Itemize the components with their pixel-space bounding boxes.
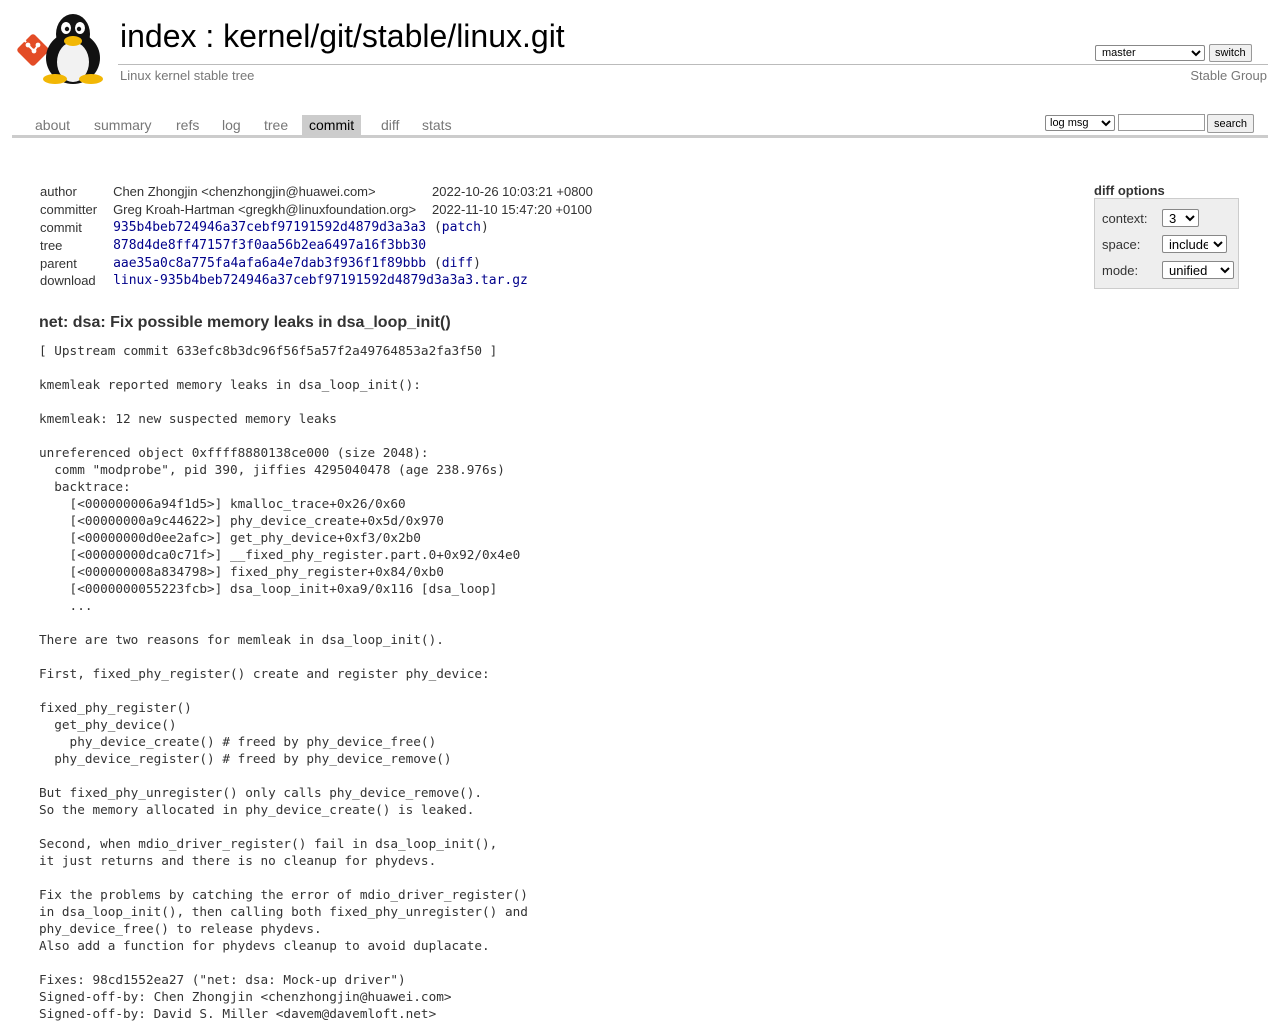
- commit-label: commit: [40, 219, 82, 235]
- tab-about[interactable]: about: [28, 115, 77, 135]
- parent-row: parent aae35a0c8a775fa4afa6a4e7dab3f936f…: [36, 254, 597, 272]
- download-link[interactable]: linux-935b4beb724946a37cebf97191592d4879…: [113, 273, 528, 288]
- tab-commit[interactable]: commit: [302, 115, 362, 135]
- committer-label: committer: [40, 202, 98, 218]
- download-row: download linux-935b4beb724946a37cebf9719…: [36, 272, 597, 290]
- tab-summary[interactable]: summary: [87, 115, 159, 135]
- context-label: context:: [1102, 211, 1148, 226]
- author-value: Chen Zhongjin <chenzhongjin@huawei.com>: [113, 184, 376, 200]
- mode-label: mode:: [1102, 263, 1139, 278]
- index-link[interactable]: index: [120, 18, 197, 54]
- search-input[interactable]: [1118, 114, 1205, 131]
- switch-button[interactable]: switch: [1209, 44, 1252, 62]
- tree-cell: 878d4de8ff47157f3f0aa56b2ea6497a16f3bb30: [109, 236, 597, 254]
- parent-cell: aae35a0c8a775fa4afa6a4e7dab3f936f1f89bbb…: [113, 255, 481, 271]
- tab-tree[interactable]: tree: [257, 115, 295, 135]
- tab-refs[interactable]: refs: [169, 115, 206, 135]
- tux-penguin-icon[interactable]: [38, 12, 108, 84]
- tab-log[interactable]: log: [215, 115, 248, 135]
- mode-select[interactable]: unified: [1162, 261, 1234, 279]
- tab-diff[interactable]: diff: [374, 115, 406, 135]
- commit-info-table: author Chen Zhongjin <chenzhongjin@huawe…: [36, 183, 597, 290]
- commit-subject: net: dsa: Fix possible memory leaks in d…: [39, 314, 451, 331]
- committer-value: Greg Kroah-Hartman <gregkh@linuxfoundati…: [113, 202, 417, 218]
- search-type-select[interactable]: log msg: [1045, 115, 1115, 131]
- context-select[interactable]: 3: [1162, 209, 1199, 227]
- author-row: author Chen Zhongjin <chenzhongjin@huawe…: [36, 183, 597, 201]
- title-separator: :: [196, 18, 224, 54]
- commit-cell: 935b4beb724946a37cebf97191592d4879d3a3a3…: [113, 219, 489, 235]
- repo-link[interactable]: kernel/git/stable/linux.git: [223, 18, 565, 54]
- tree-label: tree: [40, 237, 63, 253]
- commit-hash-link[interactable]: 935b4beb724946a37cebf97191592d4879d3a3a3: [113, 220, 426, 235]
- space-select[interactable]: include: [1162, 235, 1227, 253]
- parent-label: parent: [40, 255, 77, 271]
- tree-hash-link[interactable]: 878d4de8ff47157f3f0aa56b2ea6497a16f3bb30: [113, 238, 426, 253]
- commit-row: commit 935b4beb724946a37cebf97191592d487…: [36, 219, 597, 237]
- page-title: index : kernel/git/stable/linux.git: [120, 16, 565, 56]
- download-cell: linux-935b4beb724946a37cebf97191592d4879…: [109, 272, 597, 290]
- parent-diff-link[interactable]: diff: [442, 256, 473, 271]
- committer-date: 2022-11-10 15:47:20 +0100: [432, 202, 592, 218]
- tab-stats[interactable]: stats: [415, 115, 459, 135]
- committer-row: committer Greg Kroah-Hartman <gregkh@lin…: [36, 201, 597, 219]
- space-label: space:: [1102, 237, 1141, 252]
- commit-message: [ Upstream commit 633efc8b3dc96f56f5a57f…: [39, 343, 528, 1021]
- patch-link[interactable]: patch: [442, 220, 481, 235]
- diff-options-panel: context: 3 space: include mode: unified: [1094, 198, 1239, 289]
- author-date: 2022-10-26 10:03:21 +0800: [432, 184, 593, 200]
- header-divider: [118, 64, 1268, 65]
- search-button[interactable]: search: [1207, 114, 1255, 133]
- download-label: download: [40, 273, 96, 289]
- repo-description: Linux kernel stable tree: [120, 68, 255, 83]
- repo-owner: Stable Group: [1190, 68, 1267, 83]
- branch-select[interactable]: master: [1095, 45, 1205, 61]
- tree-row: tree 878d4de8ff47157f3f0aa56b2ea6497a16f…: [36, 236, 597, 254]
- author-label: author: [40, 184, 77, 200]
- parent-hash-link[interactable]: aae35a0c8a775fa4afa6a4e7dab3f936f1f89bbb: [113, 256, 426, 271]
- diff-options-title: diff options: [1094, 183, 1165, 198]
